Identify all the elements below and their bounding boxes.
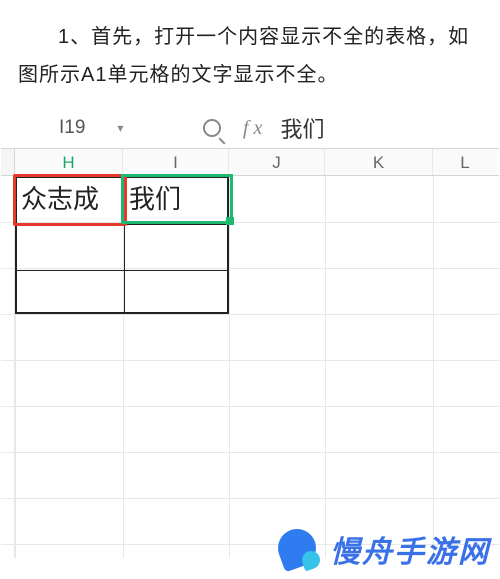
corner-cell[interactable]	[1, 149, 15, 175]
formula-bar-value[interactable]: 我们	[262, 112, 324, 144]
row-header[interactable]	[1, 360, 14, 406]
watermark: 慢舟手游网	[274, 525, 490, 573]
column-header-J[interactable]: J	[229, 149, 325, 175]
cell-H-content[interactable]: 众志成	[21, 176, 121, 222]
formula-bar: I19 ▾ f x 我们	[1, 108, 499, 148]
cells-area[interactable]: 众志成 我们	[15, 176, 499, 558]
row-header[interactable]	[1, 314, 14, 360]
column-header-H[interactable]: H	[15, 149, 123, 175]
instruction-text: 1、首先，打开一个内容显示不全的表格，如图所示A1单元格的文字显示不全。	[0, 0, 500, 108]
column-header-I[interactable]: I	[123, 149, 229, 175]
name-box-dropdown-icon[interactable]: ▾	[117, 121, 123, 135]
name-box[interactable]: I19 ▾	[1, 117, 151, 139]
search-icon[interactable]	[203, 119, 221, 137]
watermark-text: 慢舟手游网	[330, 527, 490, 571]
spreadsheet-screenshot: I19 ▾ f x 我们	[1, 108, 499, 558]
row-header[interactable]	[1, 268, 14, 314]
fx-label[interactable]: f x	[243, 117, 262, 140]
row-header[interactable]	[1, 222, 14, 268]
row-header[interactable]	[1, 452, 14, 498]
name-box-value: I19	[59, 117, 85, 139]
row-header[interactable]	[1, 406, 14, 452]
row-header[interactable]	[1, 498, 14, 544]
row-header[interactable]	[1, 176, 14, 222]
row-headers	[1, 176, 15, 558]
formula-bar-controls: f x	[151, 117, 262, 140]
column-header-K[interactable]: K	[325, 149, 433, 175]
spreadsheet-grid[interactable]: H I J K L	[1, 148, 499, 558]
cell-I-content[interactable]: 我们	[129, 176, 225, 222]
column-headers: H I J K L	[1, 148, 499, 176]
column-header-L[interactable]: L	[433, 149, 497, 175]
watermark-logo-icon	[274, 525, 322, 573]
document-page: 1、首先，打开一个内容显示不全的表格，如图所示A1单元格的文字显示不全。 I19…	[0, 0, 500, 579]
